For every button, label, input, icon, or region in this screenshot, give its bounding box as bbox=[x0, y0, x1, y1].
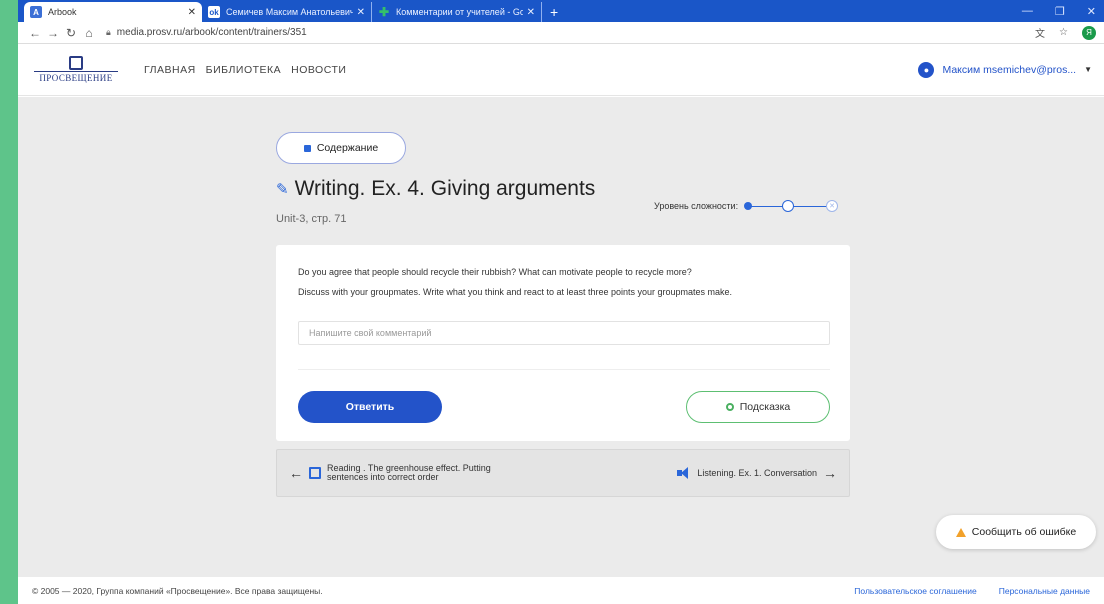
footer-links: Пользовательское соглашение Персональные… bbox=[854, 586, 1090, 596]
user-agreement-link[interactable]: Пользовательское соглашение bbox=[854, 586, 976, 596]
exercise-navigation: ← Reading . The greenhouse effect. Putti… bbox=[276, 449, 850, 497]
address-bar: ← → ↻ ⌂ 🔒︎ media.prosv.ru/arbook/content… bbox=[18, 22, 1104, 44]
restore-icon[interactable]: ❐ bbox=[1055, 5, 1065, 18]
prev-exercise-link[interactable]: ← Reading . The greenhouse effect. Putti… bbox=[289, 463, 491, 483]
user-icon: ● bbox=[918, 61, 935, 78]
contents-button[interactable]: Содержание bbox=[276, 132, 406, 164]
chevron-down-icon: ▼ bbox=[1084, 65, 1092, 74]
logo-mark bbox=[69, 56, 83, 70]
tab-title: Комментарии от учителей - Go bbox=[396, 7, 523, 17]
tab-title: Семичев Максим Анатольевич bbox=[226, 7, 353, 17]
minimize-icon[interactable]: — bbox=[1022, 5, 1033, 17]
personal-data-link[interactable]: Персональные данные bbox=[999, 586, 1090, 596]
nav-home[interactable]: ГЛАВНАЯ bbox=[144, 64, 196, 76]
hint-button[interactable]: Подсказка bbox=[686, 391, 830, 423]
pencil-icon: ✎ bbox=[276, 181, 289, 198]
prompt-line-2: Discuss with your groupmates. Write what… bbox=[298, 287, 733, 297]
hint-icon bbox=[725, 403, 734, 411]
next-exercise-label: Listening. Ex. 1. Conversation bbox=[697, 468, 817, 478]
url-field[interactable]: 🔒︎ media.prosv.ru/arbook/content/trainer… bbox=[106, 27, 1035, 38]
site-header: ПРОСВЕЩЕНИЕ ГЛАВНАЯ БИБЛИОТЕКА НОВОСТИ ●… bbox=[18, 44, 1104, 96]
report-error-button[interactable]: Сообщить об ошибке bbox=[936, 515, 1096, 549]
contents-label: Содержание bbox=[316, 142, 379, 154]
answer-button[interactable]: Ответить bbox=[298, 391, 442, 423]
prompt-line-1: Do you agree that people should recycle … bbox=[298, 267, 692, 277]
comment-input[interactable]: Напишите свой комментарий bbox=[298, 321, 830, 345]
close-icon[interactable]: ✕ bbox=[527, 7, 535, 18]
page-subtitle: Unit-3, стр. 71 bbox=[276, 213, 347, 225]
arrow-left-icon: ← bbox=[289, 464, 303, 481]
tab-arbook[interactable]: A Arbook ✕ bbox=[24, 2, 202, 22]
plus-icon: ✚ bbox=[378, 5, 390, 19]
logo-text: ПРОСВЕЩЕНИЕ bbox=[39, 73, 113, 83]
nav-news[interactable]: НОВОСТИ bbox=[291, 64, 346, 76]
window-controls: — ❐ ✕ bbox=[1022, 0, 1104, 22]
profile-avatar[interactable]: Я bbox=[1082, 25, 1096, 40]
main-nav: ГЛАВНАЯ БИБЛИОТЕКА НОВОСТИ bbox=[144, 64, 346, 76]
report-label: Сообщить об ошибке bbox=[971, 526, 1077, 538]
close-icon[interactable]: ✕ bbox=[188, 7, 196, 18]
arbook-icon: A bbox=[30, 6, 42, 18]
arrow-right-icon: → bbox=[823, 465, 837, 481]
browser-window: A Arbook ✕ ok Семичев Максим Анатольевич… bbox=[18, 0, 1104, 604]
tab-comments[interactable]: ✚ Комментарии от учителей - Go ✕ bbox=[372, 2, 542, 22]
difficulty-level: Уровень сложности: ✕ bbox=[654, 199, 840, 213]
prev-line-2: sentences into correct order bbox=[327, 472, 439, 482]
ok-icon: ok bbox=[208, 6, 220, 18]
level-slider[interactable]: ✕ bbox=[744, 199, 840, 213]
exercise-card: Do you agree that people should recycle … bbox=[276, 245, 850, 441]
new-tab-icon[interactable]: + bbox=[550, 2, 558, 22]
prev-exercise-label: Reading . The greenhouse effect. Putting… bbox=[327, 463, 491, 483]
book-icon bbox=[309, 467, 321, 479]
level-dot-3[interactable]: ✕ bbox=[826, 200, 839, 212]
exercise-heading: ✎ Writing. Ex. 4. Giving arguments bbox=[276, 177, 595, 201]
site-footer: © 2005 — 2020, Группа компаний «Просвеще… bbox=[18, 577, 1104, 604]
close-window-icon[interactable]: ✕ bbox=[1087, 5, 1096, 18]
tab-bar: A Arbook ✕ ok Семичев Максим Анатольевич… bbox=[18, 0, 1104, 22]
tab-title: Arbook bbox=[48, 7, 77, 17]
url-text: media.prosv.ru/arbook/content/trainers/3… bbox=[116, 27, 307, 38]
close-icon[interactable]: ✕ bbox=[357, 7, 365, 18]
level-dot-1[interactable] bbox=[744, 202, 753, 210]
reload-icon[interactable]: ↻ bbox=[62, 26, 80, 40]
book-icon bbox=[303, 144, 311, 152]
card-divider bbox=[298, 369, 830, 370]
warning-icon bbox=[955, 527, 966, 537]
logo-rule bbox=[34, 71, 118, 72]
back-icon[interactable]: ← bbox=[26, 26, 44, 40]
exercise-page: Содержание ✎ Writing. Ex. 4. Giving argu… bbox=[18, 97, 1104, 577]
level-dot-2[interactable] bbox=[782, 200, 795, 212]
nav-library[interactable]: БИБЛИОТЕКА bbox=[206, 64, 281, 76]
forward-icon[interactable]: → bbox=[44, 26, 62, 40]
hint-label: Подсказка bbox=[739, 401, 791, 413]
copyright-text: © 2005 — 2020, Группа компаний «Просвеще… bbox=[32, 585, 323, 596]
speaker-icon bbox=[677, 467, 691, 479]
user-label: Максим msemichev@pros... bbox=[942, 63, 1077, 76]
address-bar-actions: 文 ☆ Я bbox=[1035, 25, 1096, 40]
page-title: Writing. Ex. 4. Giving arguments bbox=[294, 177, 596, 200]
user-menu[interactable]: ● Максим msemichev@pros... ▼ bbox=[918, 61, 1092, 78]
next-exercise-link[interactable]: Listening. Ex. 1. Conversation → bbox=[677, 465, 837, 481]
level-label: Уровень сложности: bbox=[654, 201, 739, 211]
prosveshchenie-logo[interactable]: ПРОСВЕЩЕНИЕ bbox=[30, 56, 122, 83]
star-icon[interactable]: ☆ bbox=[1059, 27, 1068, 38]
home-icon[interactable]: ⌂ bbox=[80, 26, 98, 40]
translate-icon[interactable]: 文 bbox=[1035, 25, 1045, 40]
tab-semichev[interactable]: ok Семичев Максим Анатольевич ✕ bbox=[202, 2, 372, 22]
screen-frame: A Arbook ✕ ok Семичев Максим Анатольевич… bbox=[0, 0, 1104, 604]
lock-icon: 🔒︎ bbox=[106, 27, 111, 37]
